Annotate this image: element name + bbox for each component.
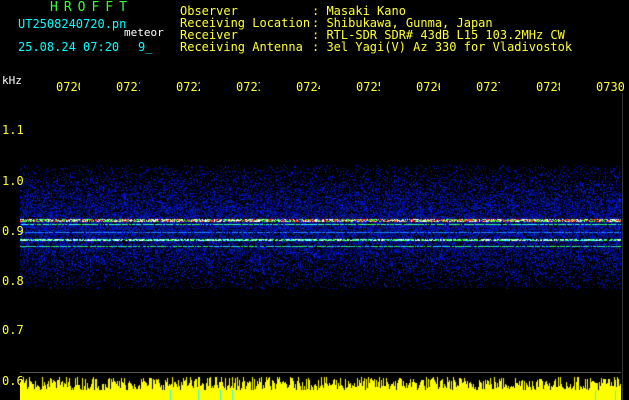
waterfall-spectrogram — [20, 93, 621, 400]
y-tick-0.8: 0.8 — [2, 274, 24, 288]
x-tick-0722: 0722 — [176, 80, 200, 94]
x-tick-0725: 0725 — [356, 80, 380, 94]
x-tick-0721: 0721 — [116, 80, 140, 94]
y-tick-0.9: 0.9 — [2, 224, 24, 238]
x-tick-0730: 0730 — [596, 80, 625, 94]
date-time: 25.08.24 07:20 — [18, 40, 120, 54]
y-axis-unit: kHz — [2, 74, 22, 87]
y-tick-1.1: 1.1 — [2, 123, 24, 137]
antenna-value: : 3el Yagi(V) Az 330 for Vladivostok — [312, 40, 573, 54]
meteor-count: 9_ — [138, 40, 153, 54]
file-name: UT2508240720.pn — [18, 17, 127, 31]
x-tick-0720: 0720 — [56, 80, 80, 94]
level-baseline — [20, 372, 621, 373]
y-tick-0.7: 0.7 — [2, 323, 24, 337]
x-tick-0723: 0723 — [236, 80, 260, 94]
antenna-label: Receiving Antenna — [180, 40, 303, 54]
meteor-label: meteor — [124, 26, 164, 39]
app-title: HROFFT — [50, 0, 133, 15]
y-tick-0.6: 0.6 — [2, 374, 24, 388]
x-tick-0727: 0727 — [476, 80, 500, 94]
x-tick-0724: 0724 — [296, 80, 320, 94]
x-tick-0726: 0726 — [416, 80, 440, 94]
y-tick-1.0: 1.0 — [2, 174, 24, 188]
x-tick-0728: 0728 — [536, 80, 560, 94]
